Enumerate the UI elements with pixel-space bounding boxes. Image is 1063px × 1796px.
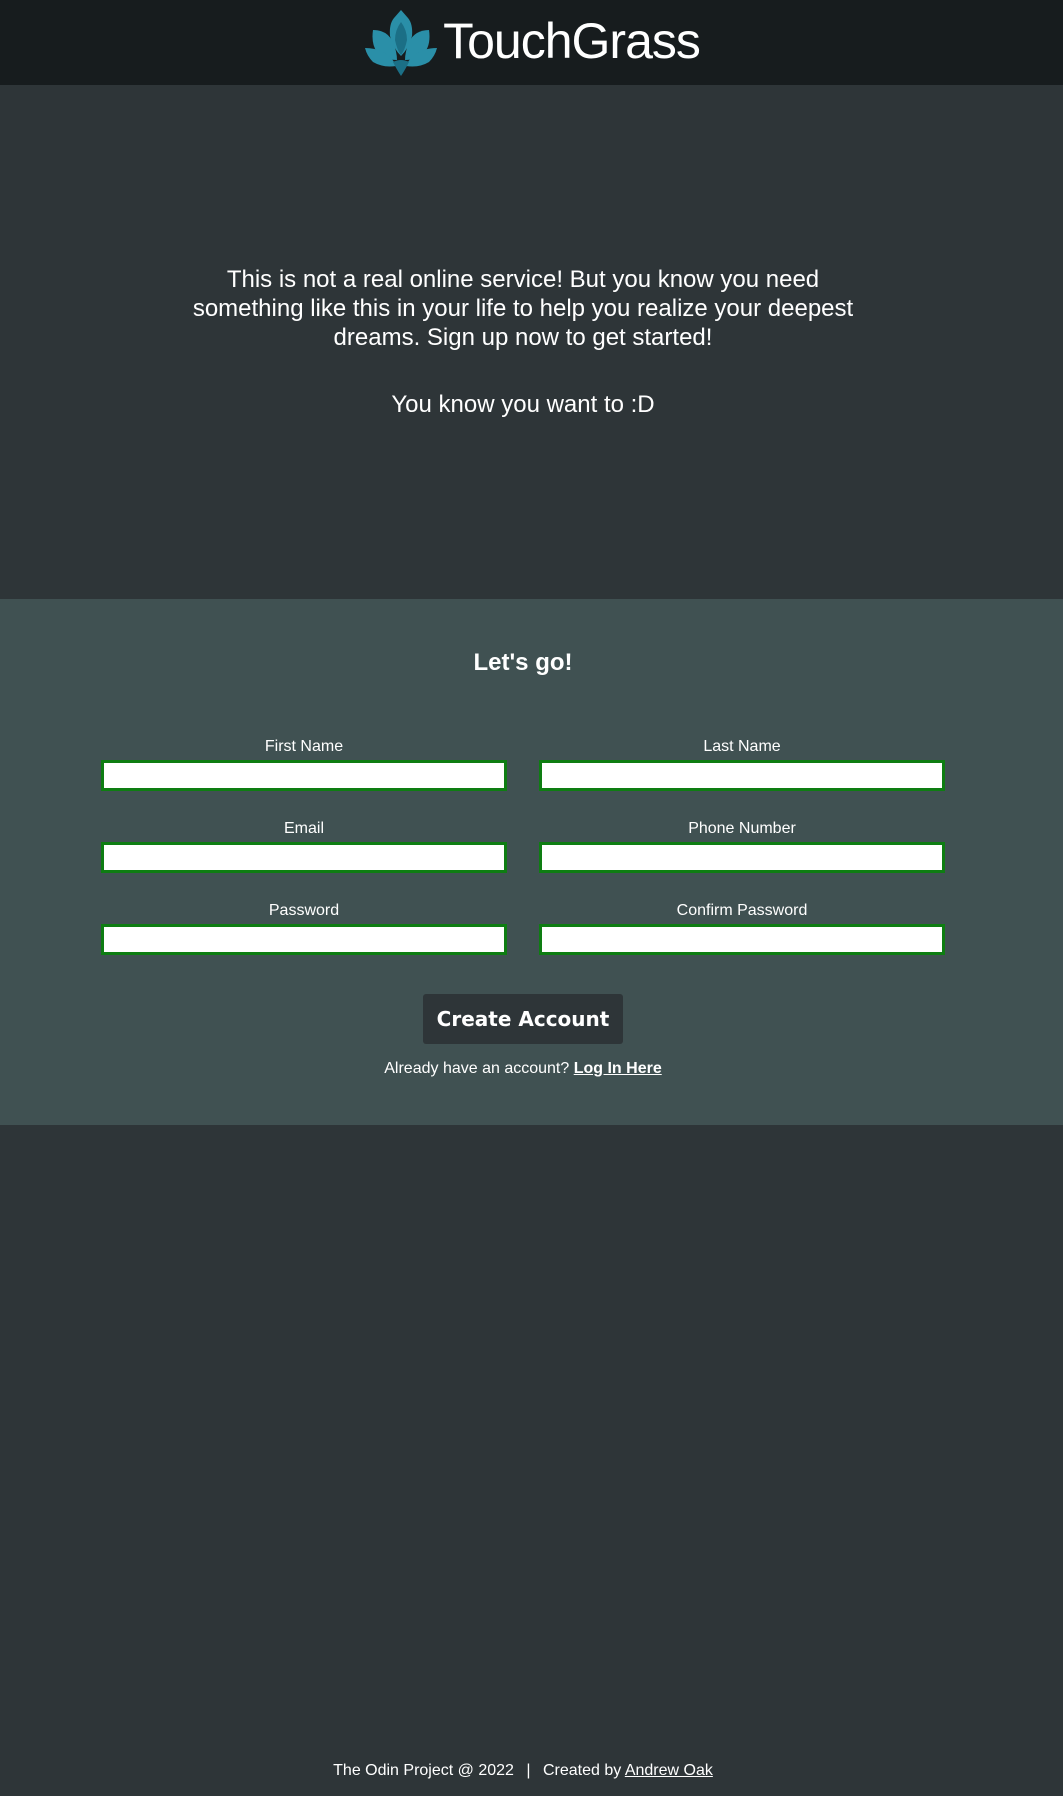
email-label: Email <box>283 820 324 837</box>
footer-created-by: Created by <box>542 1762 622 1779</box>
first-name-label: First Name <box>264 738 344 755</box>
brand[interactable]: TouchGrass <box>363 8 701 78</box>
last-name-input[interactable] <box>539 760 945 791</box>
phone-label: Phone Number <box>688 820 796 837</box>
first-name-input[interactable] <box>101 760 507 791</box>
phone-group: Phone Number <box>539 820 945 873</box>
brand-name: TouchGrass <box>443 12 701 69</box>
lotus-icon <box>365 9 438 76</box>
email-group: Email <box>101 820 507 873</box>
author-link[interactable]: Andrew Oak <box>625 1762 713 1779</box>
last-name-group: Last Name <box>539 738 945 791</box>
hero-subtext: You know you want to :D <box>391 391 655 418</box>
confirm-password-label: Confirm Password <box>676 902 808 919</box>
footer-copyright: The Odin Project @ 2022 <box>333 1762 514 1779</box>
signup-title: Let's go! <box>473 649 573 676</box>
login-prompt-text: Already have an account? <box>384 1060 570 1077</box>
last-name-label: Last Name <box>703 738 781 755</box>
site-footer: The Odin Project @ 2022 | Created by And… <box>0 1762 1046 1780</box>
first-name-group: First Name <box>101 738 507 791</box>
hero-text: This is not a real online service! But y… <box>192 266 854 351</box>
hero-section: This is not a real online service! But y… <box>0 85 1063 599</box>
email-input[interactable] <box>101 842 507 873</box>
site-header: TouchGrass <box>0 0 1063 85</box>
login-prompt-line: Already have an account? Log In Here <box>0 1060 1046 1078</box>
password-label: Password <box>268 902 340 919</box>
confirm-password-group: Confirm Password <box>539 902 945 955</box>
create-account-button[interactable]: Create Account <box>423 994 623 1044</box>
phone-input[interactable] <box>539 842 945 873</box>
login-link[interactable]: Log In Here <box>574 1060 662 1077</box>
confirm-password-input[interactable] <box>539 924 945 955</box>
signup-section: Let's go! First Name Last Name Email Pho… <box>0 599 1063 1125</box>
password-group: Password <box>101 902 507 955</box>
footer-separator: | <box>526 1762 531 1779</box>
password-input[interactable] <box>101 924 507 955</box>
